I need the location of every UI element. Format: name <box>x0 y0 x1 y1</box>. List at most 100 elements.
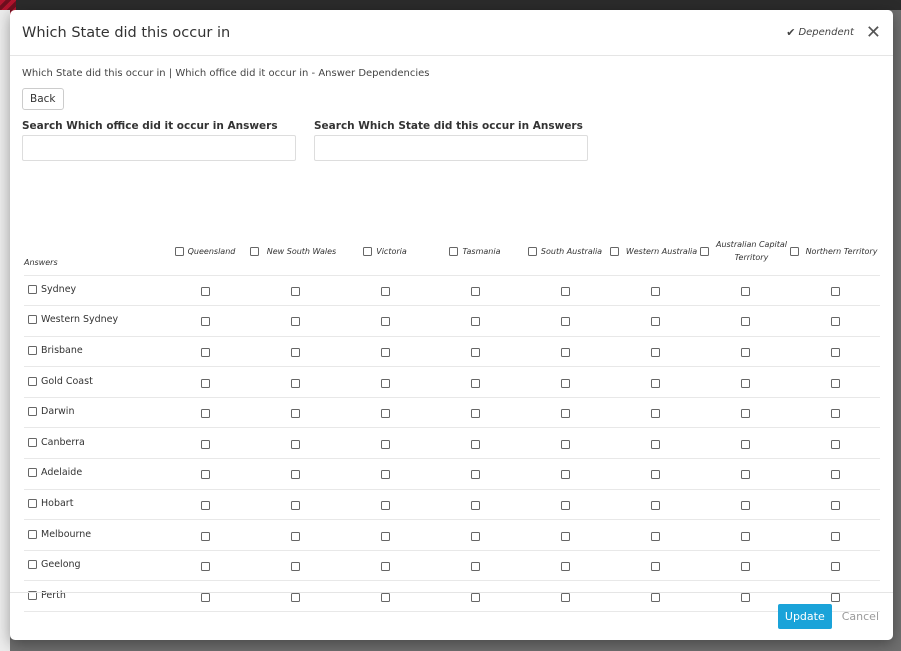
dependency-checkbox[interactable] <box>470 531 480 541</box>
state-search-input[interactable] <box>314 135 588 161</box>
dependency-checkbox[interactable] <box>470 500 480 510</box>
dependency-checkbox[interactable] <box>830 500 840 510</box>
row-select-checkbox[interactable] <box>28 376 37 386</box>
dependency-checkbox[interactable] <box>380 378 390 388</box>
cancel-button[interactable]: Cancel <box>842 610 879 623</box>
column-select-checkbox[interactable] <box>700 247 709 257</box>
dependency-checkbox[interactable] <box>650 562 660 572</box>
dependency-checkbox[interactable] <box>380 470 390 480</box>
dependency-checkbox[interactable] <box>740 439 750 449</box>
dependent-indicator[interactable]: ✔ Dependent <box>786 26 854 39</box>
column-select-checkbox[interactable] <box>174 247 184 257</box>
dependency-checkbox[interactable] <box>560 378 570 388</box>
dependency-checkbox[interactable] <box>380 286 390 296</box>
dependency-checkbox[interactable] <box>380 317 390 327</box>
dependency-checkbox[interactable] <box>560 317 570 327</box>
dependency-checkbox[interactable] <box>740 470 750 480</box>
dependency-checkbox[interactable] <box>650 347 660 357</box>
dependency-checkbox[interactable] <box>650 317 660 327</box>
dependency-checkbox[interactable] <box>560 347 570 357</box>
dependency-checkbox[interactable] <box>740 378 750 388</box>
dependency-checkbox[interactable] <box>830 439 840 449</box>
dependency-checkbox[interactable] <box>470 317 480 327</box>
row-select-checkbox[interactable] <box>28 498 37 508</box>
dependency-checkbox[interactable] <box>740 409 750 419</box>
dependency-checkbox[interactable] <box>200 347 210 357</box>
dependency-checkbox[interactable] <box>740 531 750 541</box>
dependency-checkbox[interactable] <box>200 439 210 449</box>
row-select-checkbox[interactable] <box>28 407 37 417</box>
update-button[interactable]: Update <box>777 604 832 629</box>
dependency-checkbox[interactable] <box>380 439 390 449</box>
column-select-checkbox[interactable] <box>250 247 259 257</box>
dependency-checkbox[interactable] <box>200 317 210 327</box>
dependency-checkbox[interactable] <box>830 409 840 419</box>
dependency-checkbox[interactable] <box>740 500 750 510</box>
dependency-checkbox[interactable] <box>290 378 300 388</box>
dependency-checkbox[interactable] <box>830 378 840 388</box>
dependency-checkbox[interactable] <box>290 470 300 480</box>
dependency-checkbox[interactable] <box>290 562 300 572</box>
dependency-checkbox[interactable] <box>560 470 570 480</box>
dependency-checkbox[interactable] <box>470 409 480 419</box>
dependency-checkbox[interactable] <box>290 409 300 419</box>
dependency-checkbox[interactable] <box>740 347 750 357</box>
dependency-checkbox[interactable] <box>290 531 300 541</box>
dependency-checkbox[interactable] <box>200 286 210 296</box>
row-select-checkbox[interactable] <box>28 315 37 325</box>
dependency-checkbox[interactable] <box>650 409 660 419</box>
dependency-checkbox[interactable] <box>560 531 570 541</box>
dependency-checkbox[interactable] <box>470 286 480 296</box>
dependency-checkbox[interactable] <box>740 562 750 572</box>
dependency-checkbox[interactable] <box>650 286 660 296</box>
office-search-input[interactable] <box>22 135 296 161</box>
row-select-checkbox[interactable] <box>28 560 37 570</box>
dependency-checkbox[interactable] <box>200 531 210 541</box>
dependency-checkbox[interactable] <box>380 409 390 419</box>
back-button[interactable]: Back <box>22 88 64 110</box>
column-select-checkbox[interactable] <box>790 247 799 257</box>
dependency-checkbox[interactable] <box>380 531 390 541</box>
dependency-checkbox[interactable] <box>650 378 660 388</box>
dependency-checkbox[interactable] <box>470 347 480 357</box>
dependency-checkbox[interactable] <box>200 562 210 572</box>
dependency-checkbox[interactable] <box>830 470 840 480</box>
row-select-checkbox[interactable] <box>28 437 37 447</box>
dependency-checkbox[interactable] <box>200 470 210 480</box>
row-select-checkbox[interactable] <box>28 284 37 294</box>
dependency-checkbox[interactable] <box>830 317 840 327</box>
dependency-checkbox[interactable] <box>200 409 210 419</box>
dependency-checkbox[interactable] <box>560 500 570 510</box>
dependency-checkbox[interactable] <box>560 409 570 419</box>
column-select-checkbox[interactable] <box>449 247 459 257</box>
dependency-checkbox[interactable] <box>200 500 210 510</box>
column-select-checkbox[interactable] <box>527 247 537 257</box>
dependency-checkbox[interactable] <box>200 378 210 388</box>
dependency-checkbox[interactable] <box>470 562 480 572</box>
row-select-checkbox[interactable] <box>28 345 37 355</box>
dependency-checkbox[interactable] <box>380 347 390 357</box>
dependency-checkbox[interactable] <box>830 347 840 357</box>
dependency-checkbox[interactable] <box>830 531 840 541</box>
dependency-checkbox[interactable] <box>380 500 390 510</box>
dependency-checkbox[interactable] <box>290 286 300 296</box>
dependency-checkbox[interactable] <box>650 439 660 449</box>
dependency-checkbox[interactable] <box>290 347 300 357</box>
dependency-checkbox[interactable] <box>560 286 570 296</box>
dependency-checkbox[interactable] <box>470 439 480 449</box>
close-icon[interactable]: ✕ <box>866 23 881 42</box>
dependency-checkbox[interactable] <box>380 562 390 572</box>
dependency-checkbox[interactable] <box>650 500 660 510</box>
dependency-checkbox[interactable] <box>560 562 570 572</box>
dependency-checkbox[interactable] <box>740 317 750 327</box>
dependency-checkbox[interactable] <box>470 470 480 480</box>
dependency-checkbox[interactable] <box>290 439 300 449</box>
dependency-checkbox[interactable] <box>740 286 750 296</box>
row-select-checkbox[interactable] <box>28 529 37 539</box>
row-select-checkbox[interactable] <box>28 468 37 478</box>
dependency-checkbox[interactable] <box>650 470 660 480</box>
dependency-checkbox[interactable] <box>290 500 300 510</box>
dependency-checkbox[interactable] <box>290 317 300 327</box>
column-select-checkbox[interactable] <box>610 247 619 257</box>
dependency-checkbox[interactable] <box>560 439 570 449</box>
